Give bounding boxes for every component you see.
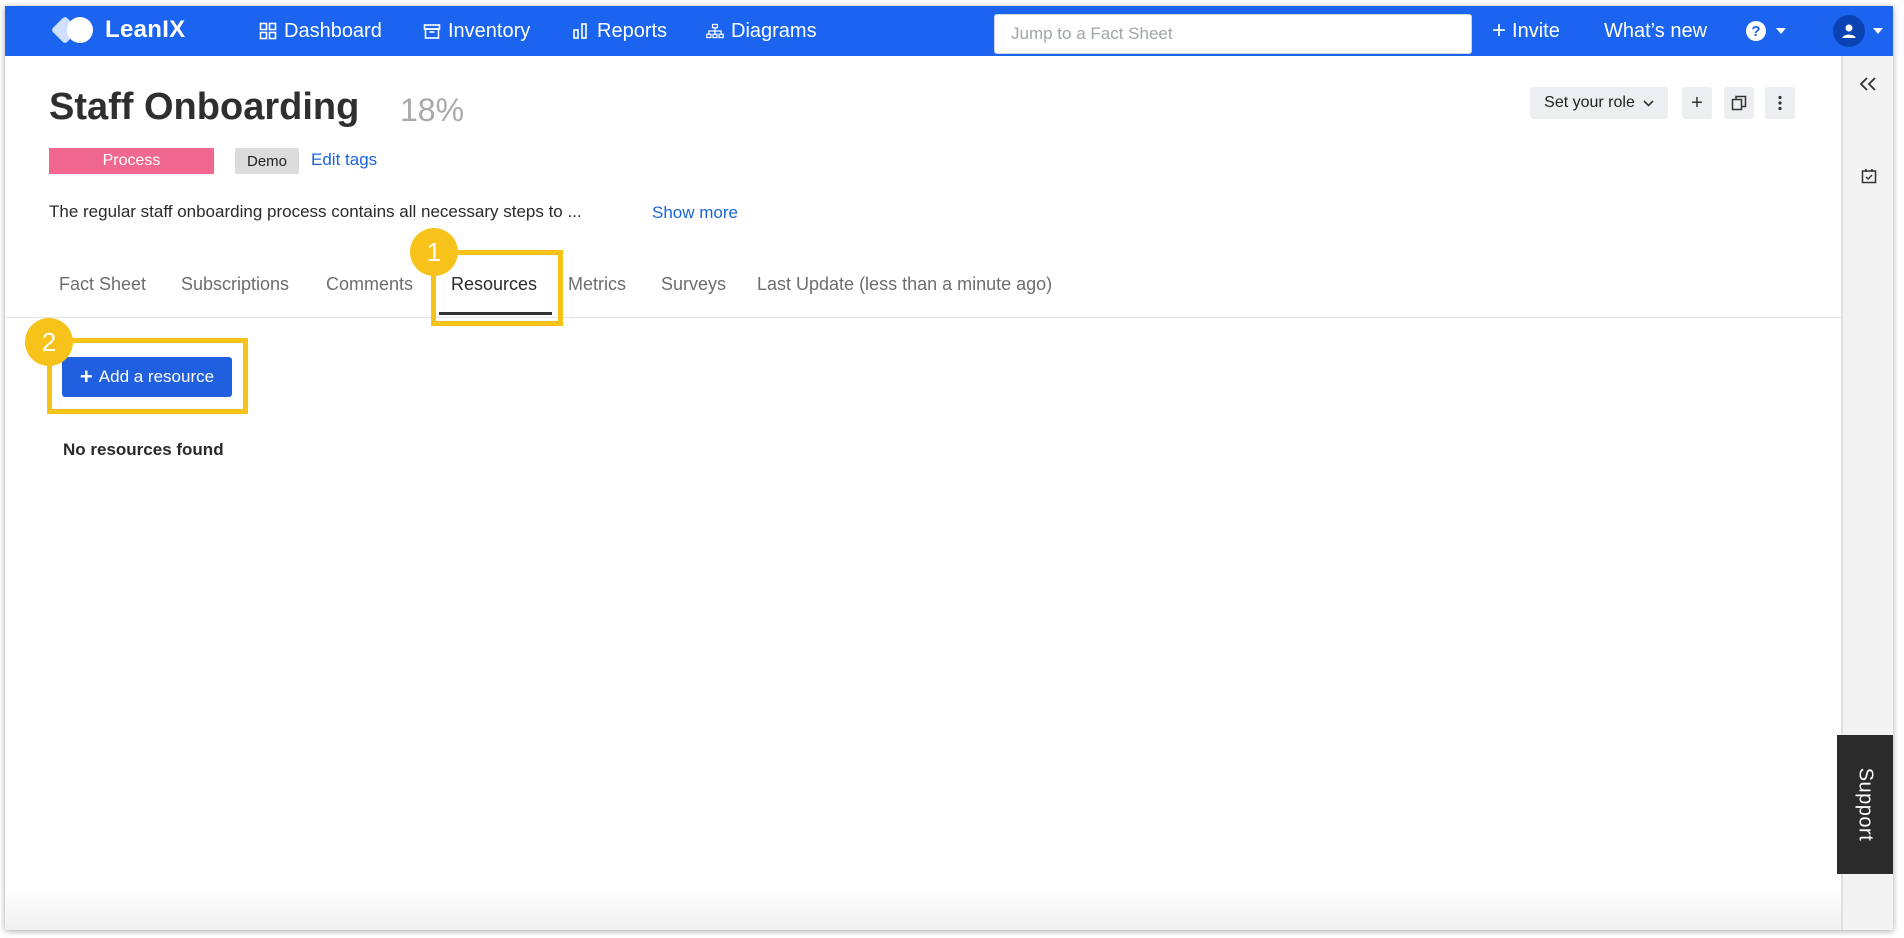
tab-last-update[interactable]: Last Update (less than a minute ago) (757, 274, 1052, 295)
factsheet-search-input[interactable] (994, 14, 1472, 54)
tab-metrics[interactable]: Metrics (568, 274, 626, 295)
show-more-link[interactable]: Show more (652, 203, 738, 223)
brand-logo[interactable]: LeanIX (50, 14, 186, 46)
nav-reports-label: Reports (597, 19, 668, 42)
app-window: LeanIX Dashboard Inventory Reports Diagr… (5, 6, 1893, 930)
user-menu[interactable] (1833, 6, 1883, 56)
chevron-down-icon (1776, 28, 1786, 34)
kebab-menu-icon (1778, 95, 1782, 111)
edit-tags-link[interactable]: Edit tags (311, 150, 377, 170)
plus-icon: + (1492, 17, 1507, 44)
step-number: 2 (41, 326, 57, 357)
factsheet-description: The regular staff onboarding process con… (49, 202, 582, 221)
support-label: Support (1854, 767, 1877, 842)
step-number: 1 (426, 236, 442, 267)
help-menu[interactable]: ? (1746, 6, 1786, 56)
chevron-down-icon (1643, 99, 1654, 107)
bar-chart-icon (573, 23, 587, 39)
empty-state-message: No resources found (63, 440, 224, 459)
plus-icon: + (1691, 91, 1703, 114)
user-avatar-icon (1833, 15, 1865, 47)
nav-reports[interactable]: Reports (572, 6, 667, 56)
sitemap-icon (706, 23, 724, 39)
completion-percent: 18% (400, 92, 465, 128)
chevron-down-icon (1873, 28, 1883, 34)
nav-inventory[interactable]: Inventory (423, 6, 530, 56)
copy-icon (1731, 95, 1747, 111)
nav-diagrams[interactable]: Diagrams (706, 6, 817, 56)
tab-fact-sheet[interactable]: Fact Sheet (59, 274, 146, 295)
nav-inventory-label: Inventory (448, 19, 531, 42)
tag-demo[interactable]: Demo (235, 148, 299, 174)
set-role-dropdown[interactable]: Set your role (1530, 87, 1668, 119)
add-button[interactable]: + (1682, 87, 1712, 119)
brand-name: LeanIX (105, 16, 186, 43)
invite-label: Invite (1512, 19, 1560, 42)
top-nav-bar: LeanIX Dashboard Inventory Reports Diagr… (5, 6, 1893, 56)
factsheet-type-badge: Process (49, 148, 214, 174)
tab-surveys[interactable]: Surveys (661, 274, 726, 295)
support-button[interactable]: Support (1837, 735, 1893, 874)
more-options-button[interactable] (1765, 87, 1795, 119)
set-role-label: Set your role (1544, 94, 1635, 111)
nav-diagrams-label: Diagrams (731, 19, 817, 42)
nav-dashboard-label: Dashboard (284, 19, 382, 42)
double-chevron-left-icon[interactable] (1859, 76, 1877, 92)
nav-dashboard[interactable]: Dashboard (259, 6, 382, 56)
step-badge-1: 1 (410, 228, 458, 276)
tab-subscriptions[interactable]: Subscriptions (181, 274, 289, 295)
calendar-check-icon[interactable] (1861, 168, 1877, 184)
highlight-box-step-2 (47, 338, 248, 414)
tab-comments[interactable]: Comments (326, 274, 413, 295)
leanix-logo-icon (50, 14, 97, 46)
copy-button[interactable] (1724, 87, 1754, 119)
help-glyph: ? (1751, 22, 1761, 40)
invite-button[interactable]: + Invite (1492, 6, 1560, 56)
step-badge-2: 2 (25, 318, 73, 366)
inventory-icon (423, 24, 441, 39)
page-title: Staff Onboarding (49, 86, 360, 128)
factsheet-tabs: Fact Sheet Subscriptions Comments Resour… (5, 256, 1841, 318)
grid-icon (259, 22, 277, 40)
bottom-fade (5, 890, 1841, 930)
help-icon: ? (1746, 21, 1766, 41)
whats-new-button[interactable]: What’s new (1604, 6, 1707, 56)
whats-new-label: What’s new (1604, 19, 1708, 42)
